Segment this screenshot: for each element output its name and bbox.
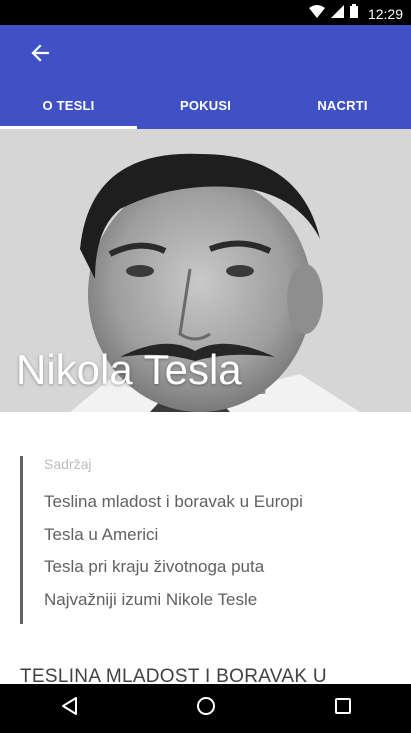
battery-icon: [349, 4, 358, 23]
status-time: 12:29: [367, 5, 403, 22]
triangle-back-icon: [60, 696, 78, 721]
hero-image: Nikola Tesla: [0, 129, 411, 412]
toc-item[interactable]: Teslina mladost i boravak u Europi: [44, 492, 303, 525]
circle-home-icon: [196, 696, 216, 721]
nav-recents-button[interactable]: [319, 689, 367, 729]
square-recents-icon: [334, 697, 352, 720]
status-bar: 12:29: [0, 0, 411, 25]
table-of-contents: Sadržaj Teslina mladost i boravak u Euro…: [20, 456, 383, 624]
toc-item[interactable]: Tesla pri kraju životnoga puta: [44, 557, 303, 590]
toc-item[interactable]: Tesla u Americi: [44, 525, 303, 558]
tab-o-tesli[interactable]: O TESLI: [0, 81, 137, 129]
wifi-icon: [308, 4, 325, 23]
app-bar: O TESLI POKUSI NACRTI: [0, 25, 411, 129]
toc-item[interactable]: Najvažniji izumi Nikole Tesle: [44, 590, 303, 623]
article-content: Sadržaj Teslina mladost i boravak u Euro…: [0, 412, 411, 684]
tab-nacrti[interactable]: NACRTI: [274, 81, 411, 129]
signal-icon: [330, 4, 344, 23]
tab-pokusi[interactable]: POKUSI: [137, 81, 274, 129]
section-heading: TESLINA MLADOST I BORAVAK U: [20, 666, 327, 684]
hero-title: Nikola Tesla: [16, 346, 242, 393]
system-nav-bar: [0, 684, 411, 733]
toc-heading: Sadržaj: [44, 456, 92, 472]
status-icons: 12:29: [308, 4, 403, 23]
back-button[interactable]: [24, 39, 56, 71]
nav-back-button[interactable]: [45, 689, 93, 729]
nav-home-button[interactable]: [182, 689, 230, 729]
tab-bar: O TESLI POKUSI NACRTI: [0, 81, 411, 129]
toc-list: Teslina mladost i boravak u Europi Tesla…: [44, 492, 303, 622]
arrow-back-icon: [31, 43, 50, 67]
